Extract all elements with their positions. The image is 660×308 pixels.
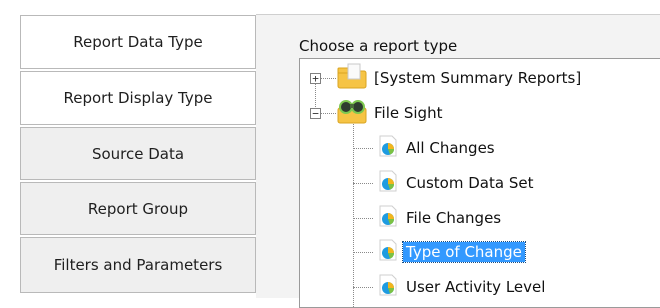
tree-node-all-changes[interactable]: All Changes — [376, 134, 495, 162]
tree-node-label: All Changes — [406, 139, 495, 157]
tree-node-label: File Sight — [374, 104, 443, 122]
tree-node-label: User Activity Level — [406, 278, 546, 296]
tree-node-file-changes[interactable]: File Changes — [376, 204, 501, 232]
collapse-toggle-icon[interactable]: − — [310, 108, 321, 119]
tree-line — [353, 252, 373, 253]
tab-column: Report Data Type Report Display Type Sou… — [0, 0, 258, 297]
tab-report-display-type[interactable]: Report Display Type — [20, 71, 256, 125]
tab-report-group[interactable]: Report Group — [20, 182, 256, 235]
folder-document-icon — [336, 63, 368, 93]
tree-line — [353, 218, 373, 219]
report-type-tree[interactable]: + [System Summary Reports] − File Sight … — [299, 58, 660, 308]
tab-source-data[interactable]: Source Data — [20, 127, 256, 180]
expand-toggle-icon[interactable]: + — [310, 73, 321, 84]
pane-label: Choose a report type — [299, 37, 458, 55]
tree-node-label: Custom Data Set — [406, 174, 534, 192]
tree-node-label: File Changes — [406, 209, 502, 227]
tree-node-file-sight[interactable]: File Sight — [336, 99, 442, 127]
pie-report-icon — [376, 204, 400, 232]
tree-line — [353, 121, 354, 307]
tree-node-label-selected: Type of Change — [402, 241, 526, 263]
tab-filters-and-parameters[interactable]: Filters and Parameters — [20, 237, 256, 293]
tree-node-type-of-change[interactable]: Type of Change — [376, 238, 526, 266]
pie-report-icon — [376, 169, 400, 197]
tab-report-data-type[interactable]: Report Data Type — [20, 15, 256, 69]
pie-report-icon — [376, 134, 400, 162]
tree-line — [353, 287, 373, 288]
tree-line — [353, 148, 373, 149]
tree-node-label: [System Summary Reports] — [374, 69, 582, 87]
report-type-pane: Choose a report type + [System Summary R… — [256, 14, 660, 308]
pie-report-icon — [376, 238, 400, 266]
binoculars-folder-icon — [336, 98, 370, 128]
tree-line — [353, 183, 373, 184]
tree-node-custom-data-set[interactable]: Custom Data Set — [376, 169, 533, 197]
tree-node-system-summary[interactable]: [System Summary Reports] — [336, 63, 582, 93]
